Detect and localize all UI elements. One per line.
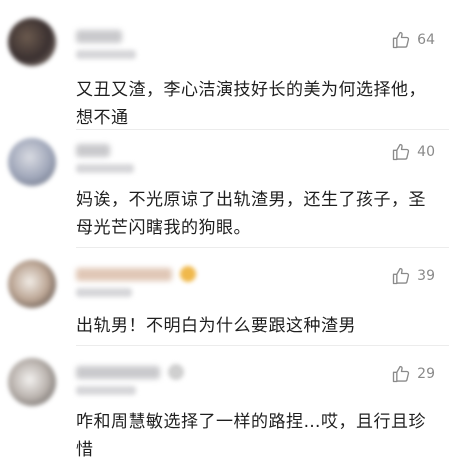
username[interactable]: [76, 144, 110, 157]
username[interactable]: [76, 30, 122, 43]
badge-icon: [168, 364, 184, 380]
like-count: 64: [417, 32, 435, 48]
timestamp: [76, 164, 134, 173]
like-button[interactable]: 64: [391, 30, 435, 50]
avatar[interactable]: [8, 358, 56, 406]
like-count: 39: [417, 268, 435, 284]
like-button[interactable]: 40: [391, 142, 435, 162]
thumbs-up-icon: [393, 143, 410, 161]
comment-feed: 64 又丑又渣，李心洁演技好长的美为何选择他，想不通 40 妈诶，不光原谅了出轨…: [0, 0, 449, 473]
comment-text: 咋和周慧敏选择了一样的路捏…哎，且行且珍惜: [76, 412, 426, 460]
comment-item: 40 妈诶，不光原谅了出轨渣男，还生了孩子，圣母光芒闪瞎我的狗眼。: [0, 130, 449, 248]
timestamp: [76, 386, 136, 395]
like-button[interactable]: 29: [391, 364, 435, 384]
thumbs-up-icon: [393, 31, 410, 49]
like-count: 40: [417, 144, 435, 160]
avatar[interactable]: [8, 260, 56, 308]
timestamp: [76, 288, 132, 297]
comment-item: 29 咋和周慧敏选择了一样的路捏…哎，且行且珍惜: [0, 346, 449, 473]
username[interactable]: [76, 268, 172, 281]
comment-text: 又丑又渣，李心洁演技好长的美为何选择他，想不通: [76, 80, 426, 128]
comment-text: 妈诶，不光原谅了出轨渣男，还生了孩子，圣母光芒闪瞎我的狗眼。: [76, 190, 426, 238]
like-count: 29: [417, 366, 435, 382]
comment-item: 39 出轨男！不明白为什么要跟这种渣男: [0, 248, 449, 346]
comment-item: 64 又丑又渣，李心洁演技好长的美为何选择他，想不通: [0, 0, 449, 130]
timestamp: [76, 50, 136, 59]
avatar[interactable]: [8, 18, 56, 66]
avatar[interactable]: [8, 138, 56, 186]
thumbs-up-icon: [393, 267, 410, 285]
like-button[interactable]: 39: [391, 266, 435, 286]
thumbs-up-icon: [393, 365, 410, 383]
comment-text: 出轨男！不明白为什么要跟这种渣男: [76, 316, 356, 336]
username[interactable]: [76, 366, 160, 379]
vip-badge-icon: [180, 266, 196, 282]
